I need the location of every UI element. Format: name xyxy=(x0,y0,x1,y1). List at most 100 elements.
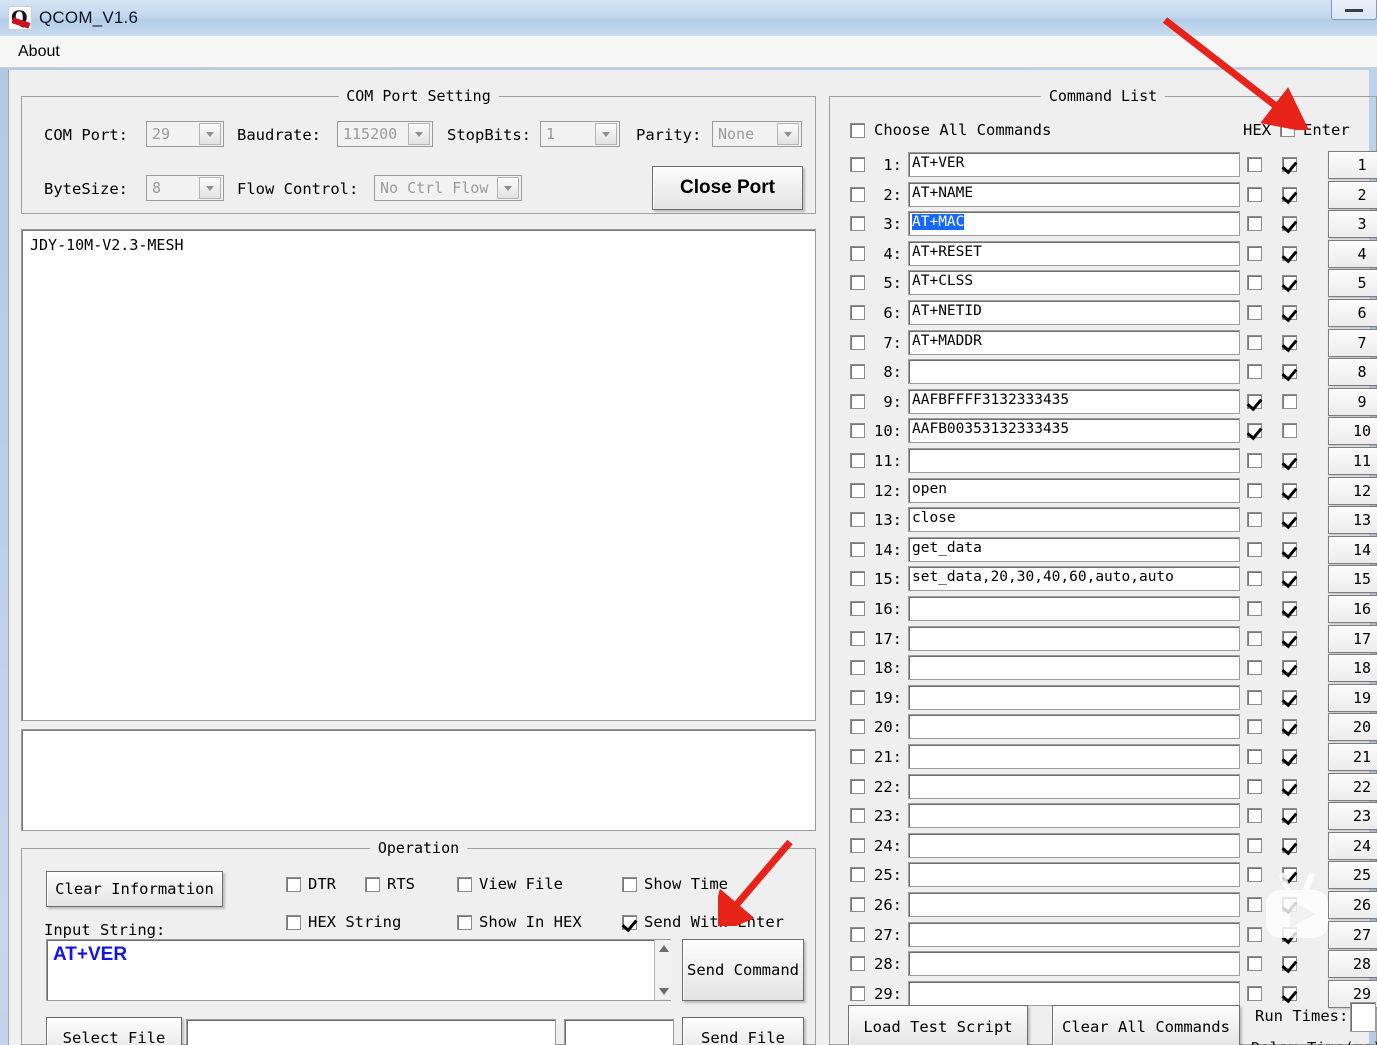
command-hex-checkbox[interactable] xyxy=(1247,571,1262,587)
command-send-button[interactable]: 21 xyxy=(1328,743,1377,771)
command-text-input[interactable] xyxy=(908,803,1240,829)
command-enter-checkbox[interactable] xyxy=(1282,956,1297,972)
command-send-button[interactable]: 28 xyxy=(1328,950,1377,979)
command-enter-checkbox[interactable] xyxy=(1282,157,1297,172)
command-hex-checkbox[interactable] xyxy=(1247,601,1262,616)
command-hex-checkbox[interactable] xyxy=(1247,837,1262,853)
command-text-input[interactable] xyxy=(908,921,1240,947)
command-send-button[interactable]: 26 xyxy=(1328,891,1377,919)
command-enter-checkbox[interactable] xyxy=(1282,660,1297,676)
command-enter-checkbox[interactable] xyxy=(1282,926,1297,942)
command-text-input[interactable]: get_data xyxy=(908,536,1240,562)
input-string-textarea[interactable]: AT+VER xyxy=(46,939,671,1001)
file-path-input[interactable] xyxy=(186,1019,556,1045)
baudrate-select[interactable]: 115200 xyxy=(337,121,433,147)
command-enter-checkbox[interactable] xyxy=(1282,453,1297,468)
hex-string-checkbox[interactable] xyxy=(286,915,301,930)
command-text-input[interactable] xyxy=(908,655,1240,681)
command-send-button[interactable]: 7 xyxy=(1328,328,1377,357)
command-hex-checkbox[interactable] xyxy=(1247,186,1262,202)
show-time-checkbox[interactable] xyxy=(622,877,637,892)
command-hex-checkbox[interactable] xyxy=(1247,334,1262,350)
command-hex-checkbox[interactable] xyxy=(1247,660,1262,676)
command-text-input[interactable]: close xyxy=(908,507,1240,533)
menu-item-about[interactable]: About xyxy=(8,41,70,63)
command-hex-checkbox[interactable] xyxy=(1247,541,1262,557)
command-enter-checkbox[interactable] xyxy=(1282,334,1297,350)
command-send-button[interactable]: 14 xyxy=(1328,535,1377,564)
choose-all-commands-checkbox[interactable] xyxy=(850,123,865,138)
command-text-input[interactable] xyxy=(908,714,1240,740)
command-hex-checkbox[interactable] xyxy=(1247,689,1262,705)
command-text-input[interactable] xyxy=(908,359,1240,385)
view-file-checkbox[interactable] xyxy=(457,877,472,892)
command-enter-checkbox[interactable] xyxy=(1282,571,1297,587)
command-send-button[interactable]: 22 xyxy=(1328,772,1377,801)
command-send-button[interactable]: 17 xyxy=(1328,624,1377,653)
file-size-input[interactable] xyxy=(564,1019,674,1045)
command-hex-checkbox[interactable] xyxy=(1247,926,1262,942)
parity-select[interactable]: None xyxy=(712,121,802,147)
command-text-input[interactable] xyxy=(908,892,1240,917)
command-hex-checkbox[interactable] xyxy=(1247,157,1262,172)
command-send-button[interactable]: 8 xyxy=(1328,358,1377,387)
enter-column-header-checkbox[interactable] xyxy=(1280,122,1295,137)
command-send-button[interactable]: 2 xyxy=(1328,180,1377,209)
command-text-input[interactable]: AT+NETID xyxy=(908,300,1240,325)
command-text-input[interactable]: AT+RESET xyxy=(908,240,1240,266)
command-hex-checkbox[interactable] xyxy=(1247,630,1262,646)
command-send-button[interactable]: 23 xyxy=(1328,802,1377,831)
command-enter-checkbox[interactable] xyxy=(1282,601,1297,616)
command-send-button[interactable]: 19 xyxy=(1328,683,1377,712)
command-text-input[interactable] xyxy=(908,684,1240,710)
load-test-script-button[interactable]: Load Test Script xyxy=(848,1005,1028,1045)
bytesize-select[interactable]: 8 xyxy=(146,175,224,201)
show-in-hex-checkbox[interactable] xyxy=(457,915,472,930)
command-hex-checkbox[interactable] xyxy=(1247,423,1262,439)
command-hex-checkbox[interactable] xyxy=(1247,867,1262,883)
command-hex-checkbox[interactable] xyxy=(1247,749,1262,764)
command-enter-checkbox[interactable] xyxy=(1282,393,1297,409)
command-hex-checkbox[interactable] xyxy=(1247,453,1262,468)
scroll-up-icon[interactable] xyxy=(659,945,669,952)
command-text-input[interactable] xyxy=(908,596,1240,621)
command-send-button[interactable]: 25 xyxy=(1328,861,1377,890)
run-times-input[interactable] xyxy=(1350,1002,1376,1032)
command-send-button[interactable]: 11 xyxy=(1328,447,1377,475)
stopbits-select[interactable]: 1 xyxy=(540,121,620,147)
command-send-button[interactable]: 27 xyxy=(1328,920,1377,949)
command-hex-checkbox[interactable] xyxy=(1247,778,1262,794)
command-text-input[interactable]: AAFB00353132333435 xyxy=(908,418,1240,444)
command-hex-checkbox[interactable] xyxy=(1247,985,1262,1001)
command-send-button[interactable]: 18 xyxy=(1328,654,1377,683)
command-send-button[interactable]: 1 xyxy=(1328,151,1377,179)
command-text-input[interactable]: AT+NAME xyxy=(908,181,1240,207)
command-hex-checkbox[interactable] xyxy=(1247,393,1262,409)
command-text-input[interactable] xyxy=(908,744,1240,769)
command-text-input[interactable] xyxy=(908,832,1240,858)
command-hex-checkbox[interactable] xyxy=(1247,245,1262,261)
clear-all-commands-button[interactable]: Clear All Commands xyxy=(1052,1005,1240,1045)
command-enter-checkbox[interactable] xyxy=(1282,482,1297,498)
command-enter-checkbox[interactable] xyxy=(1282,216,1297,232)
command-enter-checkbox[interactable] xyxy=(1282,749,1297,764)
command-text-input[interactable] xyxy=(908,773,1240,799)
command-hex-checkbox[interactable] xyxy=(1247,275,1262,291)
command-text-input[interactable] xyxy=(908,448,1240,473)
command-enter-checkbox[interactable] xyxy=(1282,245,1297,261)
command-send-button[interactable]: 20 xyxy=(1328,713,1377,742)
command-hex-checkbox[interactable] xyxy=(1247,216,1262,232)
command-enter-checkbox[interactable] xyxy=(1282,689,1297,705)
command-enter-checkbox[interactable] xyxy=(1282,512,1297,528)
command-enter-checkbox[interactable] xyxy=(1282,305,1297,320)
clear-information-button[interactable]: Clear Information xyxy=(46,871,223,907)
command-hex-checkbox[interactable] xyxy=(1247,956,1262,972)
send-command-button[interactable]: Send Command xyxy=(682,939,804,1001)
command-enter-checkbox[interactable] xyxy=(1282,275,1297,291)
com-port-select[interactable]: 29 xyxy=(146,121,224,147)
command-enter-checkbox[interactable] xyxy=(1282,897,1297,912)
command-send-button[interactable]: 6 xyxy=(1328,299,1377,327)
select-file-button[interactable]: Select File xyxy=(46,1017,182,1045)
send-file-button[interactable]: Send File xyxy=(682,1017,804,1045)
command-text-input[interactable]: set_data,20,30,40,60,auto,auto xyxy=(908,566,1240,592)
